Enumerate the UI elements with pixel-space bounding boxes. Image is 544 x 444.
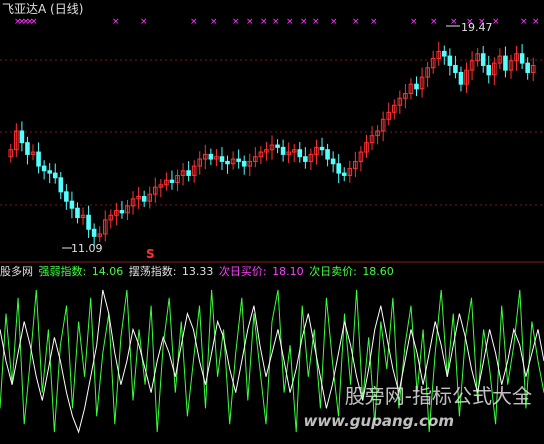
candle-body	[225, 160, 230, 165]
next-sell-value: 18.60	[362, 265, 394, 278]
candle-body	[503, 55, 508, 71]
candle-body	[236, 158, 241, 162]
candle-body	[36, 151, 41, 167]
swing-label: 摆荡指数:	[128, 265, 180, 278]
candle-body	[414, 83, 419, 90]
candle-body	[86, 214, 91, 230]
candle-body	[519, 53, 525, 64]
signal-marker-x: ×	[112, 17, 120, 27]
candle-body	[341, 172, 347, 176]
candle-body	[91, 228, 97, 237]
high-price-label: 19.47	[461, 21, 493, 34]
signal-marker-x: ×	[352, 17, 360, 27]
signal-marker-x: ×	[140, 17, 148, 27]
indicator-source: 股多网	[0, 265, 33, 278]
signal-marker-x: ×	[190, 17, 198, 27]
signal-marker-x: ×	[272, 17, 280, 27]
candle-body	[447, 55, 453, 66]
candle-body	[64, 191, 69, 202]
strength-value: 14.06	[91, 265, 124, 278]
signal-marker-x: ×	[410, 17, 418, 27]
candle-body	[186, 170, 191, 176]
signal-marker-x: ×	[370, 17, 378, 27]
signal-marker-x: ×	[30, 17, 38, 27]
candle-body	[525, 62, 530, 73]
swing-line	[0, 289, 544, 434]
signal-marker-x: ×	[520, 17, 528, 27]
candle-body	[75, 207, 80, 219]
signal-marker-x: ×	[312, 17, 320, 27]
candle-body	[41, 165, 47, 172]
candle-body	[25, 142, 30, 155]
signal-marker-x: ×	[260, 17, 268, 27]
candle-body	[441, 50, 447, 57]
candle-body	[319, 146, 325, 151]
candle-body	[52, 172, 58, 179]
signal-marker-x: ×	[532, 17, 540, 27]
candle-body	[330, 158, 336, 165]
signal-marker-x: ×	[430, 17, 438, 27]
signal-marker-x: ×	[300, 17, 308, 27]
strength-label: 强弱指数:	[38, 265, 90, 278]
candle-body	[280, 146, 286, 155]
candle-body	[458, 71, 464, 85]
candle-body	[275, 144, 280, 148]
candle-body	[303, 156, 308, 162]
candle-body	[486, 64, 492, 76]
candle-body	[241, 160, 247, 167]
candle-body	[141, 196, 147, 202]
candle-body	[169, 179, 175, 183]
next-sell-label: 次日卖价:	[309, 265, 361, 278]
next-buy-label: 次日买价:	[218, 265, 271, 278]
chart-title: 飞亚达A (日线)	[2, 2, 84, 16]
strength-line	[0, 289, 544, 433]
candle-body	[119, 210, 125, 214]
indicator-header: 股多网 强弱指数: 14.06 摆荡指数: 13.33 次日买价: 18.10 …	[0, 264, 396, 279]
low-price-label: 11.09	[71, 242, 103, 255]
signal-marker-x: ×	[286, 17, 294, 27]
candle-body	[297, 149, 303, 158]
candle-body	[453, 64, 458, 73]
signal-marker-x: ×	[210, 17, 218, 27]
candle-body	[19, 130, 25, 144]
chart-canvas: ××××× × × × × × × × × × × × × × × × × × × × × × ×	[0, 17, 544, 434]
candle-body	[58, 177, 64, 193]
candle-body	[208, 153, 214, 160]
stock-chart-window: × × × × × × × × × × × × × × × × × × × × × × × × × × × 飞亚达A (日线) 19…	[0, 0, 544, 444]
candle-body	[69, 200, 75, 209]
signal-marker-x: ×	[246, 17, 254, 27]
candle-body	[480, 53, 486, 66]
swing-value: 13.33	[181, 265, 214, 278]
watermark-text: 股旁网-指标公式大全	[344, 384, 532, 408]
watermark-url: www.gupang.com	[303, 412, 454, 430]
candle-body	[47, 170, 52, 174]
sell-signal-marker: S	[146, 247, 155, 261]
candle-body	[325, 149, 330, 160]
next-buy-value: 18.10	[272, 265, 304, 278]
signal-marker-x: ×	[330, 17, 338, 27]
signal-marker-x: ×	[232, 17, 240, 27]
candle-body	[219, 156, 225, 162]
signal-marker-x: ×	[492, 17, 500, 27]
candle-body	[336, 163, 341, 174]
